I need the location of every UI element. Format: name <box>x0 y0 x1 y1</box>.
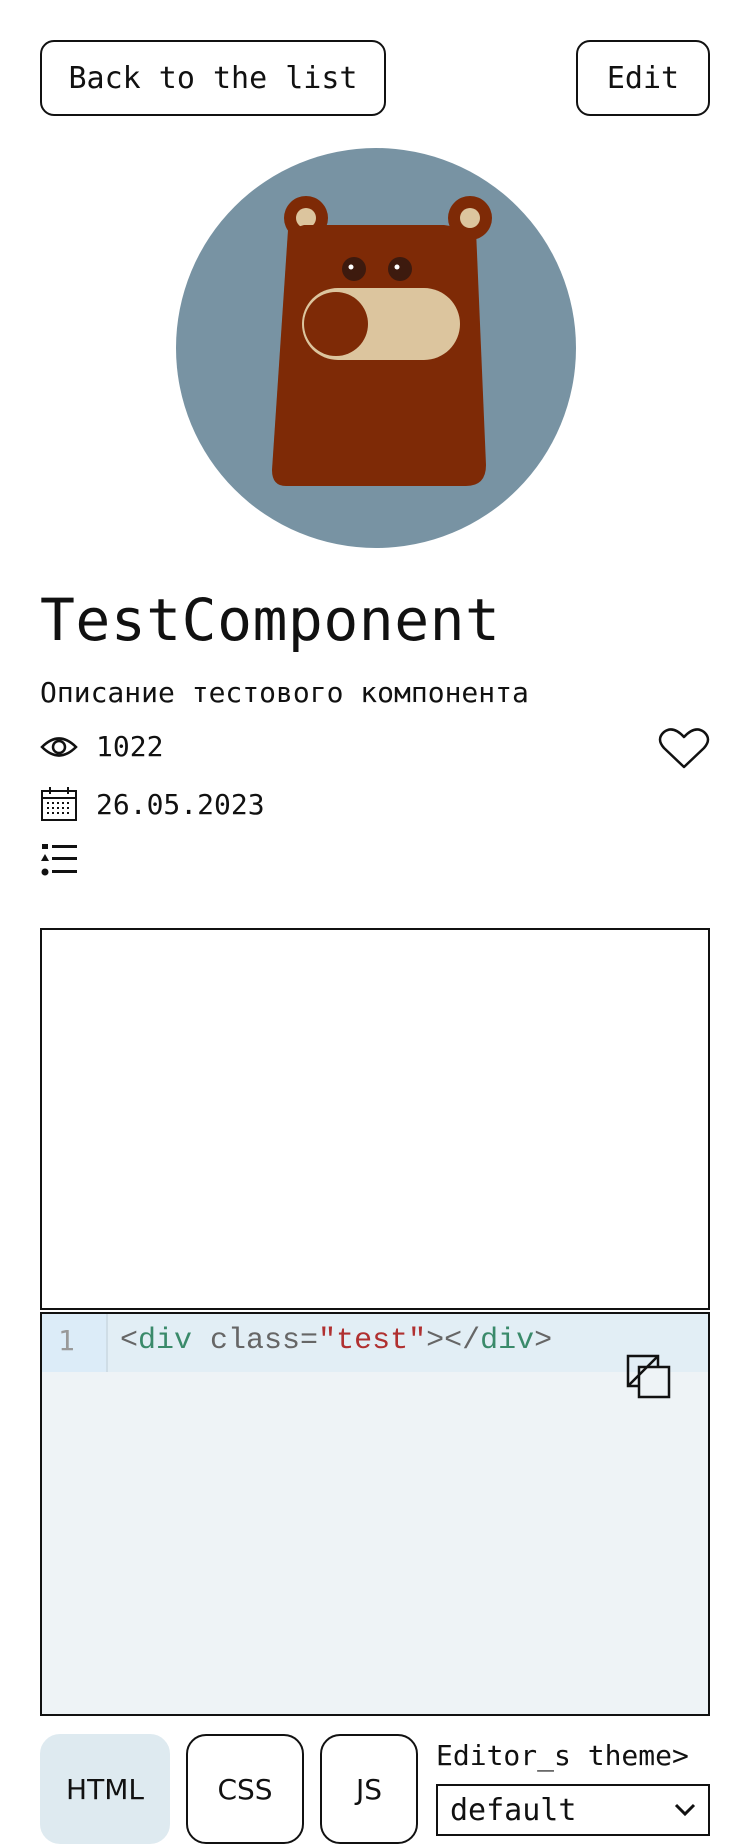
tab-js[interactable]: JS <box>320 1734 418 1844</box>
line-number: 1 <box>58 1324 75 1357</box>
theme-select[interactable]: default <box>436 1784 710 1836</box>
eye-icon <box>40 736 78 757</box>
edit-button[interactable]: Edit <box>576 40 710 116</box>
code-token: div <box>480 1324 535 1358</box>
code-token: "test" <box>318 1324 427 1358</box>
line-gutter <box>42 1314 108 1372</box>
chevron-down-icon <box>674 1803 696 1817</box>
tab-css[interactable]: CSS <box>186 1734 304 1844</box>
created-date: 26.05.2023 <box>96 787 265 821</box>
list-icon[interactable] <box>40 842 78 878</box>
code-token: div <box>138 1324 193 1358</box>
list-row <box>40 842 78 878</box>
theme-label: Editor_s theme> <box>436 1739 689 1772</box>
back-to-list-button[interactable]: Back to the list <box>40 40 386 116</box>
theme-selected-value: default <box>450 1792 577 1828</box>
component-description: Описание тестового компонента <box>40 676 529 709</box>
heart-icon[interactable] <box>658 727 710 771</box>
code-token: > <box>534 1324 553 1358</box>
avatar <box>176 148 576 548</box>
tab-html[interactable]: HTML <box>40 1734 170 1844</box>
code-token: class= <box>192 1324 319 1358</box>
views-count: 1022 <box>96 730 164 763</box>
component-preview <box>40 928 710 1310</box>
code-line[interactable]: <div class="test"></div> <box>120 1324 552 1358</box>
copy-icon[interactable] <box>626 1354 672 1400</box>
component-title: TestComponent <box>40 586 501 654</box>
code-token: < <box>120 1324 139 1358</box>
date-row: 26.05.2023 <box>40 786 265 822</box>
calendar-icon <box>41 787 77 821</box>
code-editor[interactable]: 1 <div class="test"></div> <box>40 1312 710 1716</box>
views-row: 1022 <box>40 730 163 763</box>
code-token: ></ <box>426 1324 481 1358</box>
